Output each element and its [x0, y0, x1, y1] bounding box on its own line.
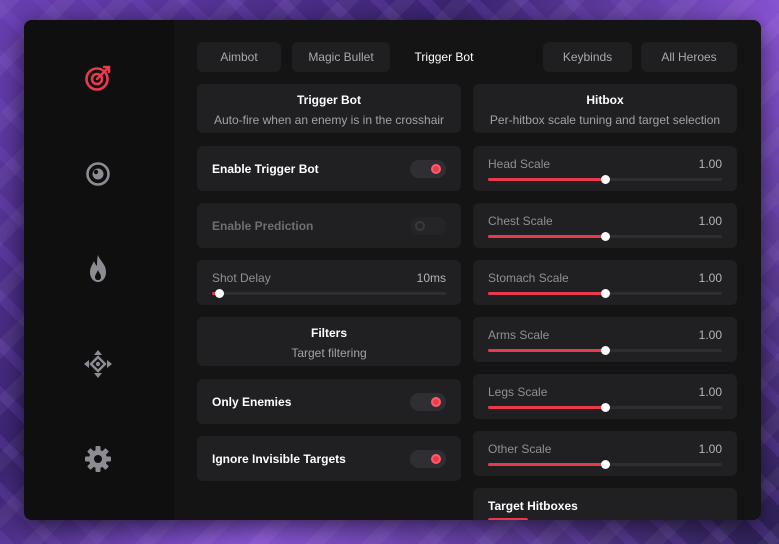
section-subtitle: Per-hitbox scale tuning and target selec… [489, 113, 721, 127]
head-scale-label: Head Scale [488, 157, 551, 171]
legs-scale-label: Legs Scale [488, 385, 548, 399]
chest-scale-slider-row: Chest Scale 1.00 [473, 203, 737, 248]
arms-scale-label: Arms Scale [488, 328, 550, 342]
filters-section-header: Filters Target filtering [197, 317, 461, 366]
arms-scale-value: 1.00 [698, 328, 722, 342]
slider-thumb[interactable] [215, 289, 225, 298]
ignore-invisible-targets-toggle[interactable] [410, 450, 446, 468]
crosshair-move-icon[interactable] [82, 348, 114, 380]
target-hitboxes-section: Target Hitboxes [473, 488, 737, 520]
trigger-bot-section-header: Trigger Bot Auto-fire when an enemy is i… [197, 84, 461, 133]
target-hitboxes-label: Target Hitboxes [488, 499, 578, 513]
slider-thumb[interactable] [601, 175, 610, 184]
target-icon[interactable] [82, 62, 114, 94]
stomach-scale-slider[interactable] [488, 289, 722, 298]
shot-delay-value: 10ms [416, 271, 446, 285]
tab-magic-bullet[interactable]: Magic Bullet [292, 42, 390, 72]
arms-scale-slider-row: Arms Scale 1.00 [473, 317, 737, 362]
main-panel: Aimbot Magic Bullet Trigger Bot Keybinds… [174, 20, 761, 520]
ignore-invisible-targets-label: Ignore Invisible Targets [212, 452, 346, 466]
tab-all-heroes[interactable]: All Heroes [641, 42, 737, 72]
shot-delay-label: Shot Delay [212, 271, 271, 285]
other-scale-slider[interactable] [488, 460, 722, 469]
stomach-scale-label: Stomach Scale [488, 271, 569, 285]
section-subtitle: Auto-fire when an enemy is in the crossh… [213, 113, 445, 127]
slider-thumb[interactable] [601, 232, 610, 241]
enable-prediction-label: Enable Prediction [212, 219, 314, 233]
arms-scale-slider[interactable] [488, 346, 722, 355]
other-scale-slider-row: Other Scale 1.00 [473, 431, 737, 476]
slider-thumb[interactable] [601, 460, 610, 469]
stomach-scale-slider-row: Stomach Scale 1.00 [473, 260, 737, 305]
head-scale-slider[interactable] [488, 175, 722, 184]
enable-prediction-row[interactable]: Enable Prediction [197, 203, 461, 248]
legs-scale-value: 1.00 [698, 385, 722, 399]
only-enemies-toggle[interactable] [410, 393, 446, 411]
hitbox-section-header: Hitbox Per-hitbox scale tuning and targe… [473, 84, 737, 133]
other-scale-label: Other Scale [488, 442, 552, 456]
gear-icon[interactable] [82, 443, 114, 475]
only-enemies-label: Only Enemies [212, 395, 292, 409]
legs-scale-slider[interactable] [488, 403, 722, 412]
slider-thumb[interactable] [601, 289, 610, 298]
slider-thumb[interactable] [601, 403, 610, 412]
chest-scale-label: Chest Scale [488, 214, 553, 228]
enable-trigger-bot-row[interactable]: Enable Trigger Bot [197, 146, 461, 191]
tab-keybinds[interactable]: Keybinds [543, 42, 632, 72]
section-subtitle: Target filtering [291, 346, 367, 360]
tab-aimbot[interactable]: Aimbot [197, 42, 281, 72]
enable-trigger-bot-label: Enable Trigger Bot [212, 162, 319, 176]
head-scale-slider-row: Head Scale 1.00 [473, 146, 737, 191]
head-scale-value: 1.00 [698, 157, 722, 171]
eye-icon[interactable] [82, 158, 114, 190]
target-hitboxes-indicator [488, 518, 528, 520]
other-scale-value: 1.00 [698, 442, 722, 456]
chest-scale-slider[interactable] [488, 232, 722, 241]
section-title: Hitbox [586, 93, 624, 107]
flame-icon[interactable] [82, 253, 114, 285]
chest-scale-value: 1.00 [698, 214, 722, 228]
sidebar [24, 20, 174, 520]
ignore-invisible-targets-row[interactable]: Ignore Invisible Targets [197, 436, 461, 481]
section-title: Filters [310, 326, 347, 340]
slider-thumb[interactable] [601, 346, 610, 355]
app-window: Aimbot Magic Bullet Trigger Bot Keybinds… [24, 20, 761, 520]
legs-scale-slider-row: Legs Scale 1.00 [473, 374, 737, 419]
tab-trigger-bot[interactable]: Trigger Bot [401, 42, 487, 72]
enable-prediction-toggle[interactable] [410, 217, 446, 235]
enable-trigger-bot-toggle[interactable] [410, 160, 446, 178]
stomach-scale-value: 1.00 [698, 271, 722, 285]
section-title: Trigger Bot [296, 93, 361, 107]
only-enemies-row[interactable]: Only Enemies [197, 379, 461, 424]
shot-delay-slider[interactable] [212, 289, 446, 298]
shot-delay-slider-row: Shot Delay 10ms [197, 260, 461, 305]
